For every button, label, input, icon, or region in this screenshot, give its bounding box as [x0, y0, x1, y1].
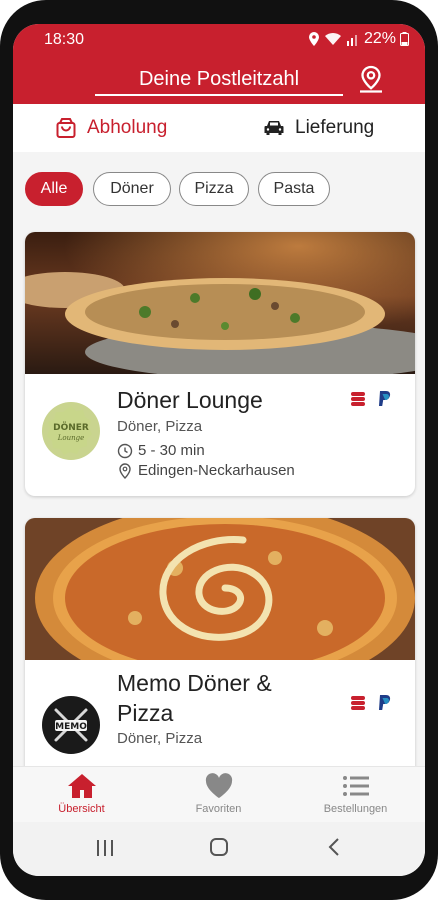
recent-apps-icon[interactable] — [95, 839, 115, 857]
filter-chip-doener[interactable]: Döner — [93, 172, 171, 206]
status-bar: 18:30 22% — [13, 24, 425, 54]
clock-icon — [117, 443, 133, 458]
paypal-icon — [379, 391, 391, 406]
signal-icon — [346, 35, 357, 46]
status-time: 18:30 — [44, 31, 85, 48]
nav-orders-label: Bestellungen — [323, 803, 388, 815]
restaurant-logo: DÖNER Lounge — [42, 402, 100, 460]
shopping-bag-icon — [56, 118, 76, 138]
system-navigation-bar — [13, 822, 425, 876]
restaurant-photo — [25, 518, 415, 660]
tab-pickup[interactable]: Abholung — [55, 104, 167, 152]
app-screen: 18:30 22% Deine Postleitzahl Abholung Li… — [13, 24, 425, 876]
nav-favorites[interactable]: Favoriten — [150, 773, 287, 815]
doener-lounge-logo: DÖNER Lounge — [47, 406, 92, 455]
svg-text:DÖNER: DÖNER — [53, 422, 89, 433]
tab-delivery[interactable]: Lieferung — [263, 104, 374, 152]
tab-delivery-label: Lieferung — [295, 117, 375, 138]
restaurant-logo: MEMO — [42, 696, 100, 754]
svg-text:MEMO: MEMO — [55, 722, 87, 732]
location-status-icon — [308, 32, 319, 46]
cash-coins-icon — [351, 696, 365, 710]
filter-chip-alle[interactable]: Alle — [25, 172, 83, 206]
car-icon — [264, 121, 284, 135]
nav-overview[interactable]: Übersicht — [13, 773, 150, 815]
restaurant-card[interactable]: DÖNER Lounge Döner Lounge Döner, Pizza 5… — [25, 232, 415, 496]
location-pin-icon — [360, 65, 382, 93]
restaurant-location: Edingen-Neckarhausen — [117, 462, 295, 479]
delivery-time: 5 - 30 min — [117, 442, 205, 459]
delivery-mode-tabs: Abholung Lieferung — [13, 104, 425, 152]
paypal-icon — [379, 695, 391, 710]
restaurant-location-value: Edingen-Neckarhausen — [138, 462, 295, 479]
back-icon[interactable] — [327, 837, 341, 857]
home-icon — [67, 774, 96, 798]
payment-methods — [349, 694, 393, 712]
category-filters: Alle Döner Pizza Pasta — [13, 172, 425, 212]
battery-percent: 22% — [363, 30, 396, 47]
wifi-icon — [324, 32, 341, 45]
home-button-icon[interactable] — [209, 837, 229, 857]
filter-chip-pizza[interactable]: Pizza — [179, 172, 249, 206]
status-icons: 22% — [308, 30, 409, 48]
filter-chip-pasta[interactable]: Pasta — [258, 172, 330, 206]
restaurant-card[interactable]: MEMO Memo Döner & Pizza Döner, Pizza — [25, 518, 415, 778]
memo-logo: MEMO — [54, 708, 88, 742]
postal-code-input[interactable]: Deine Postleitzahl — [95, 64, 343, 96]
app-header: 18:30 22% Deine Postleitzahl — [13, 24, 425, 104]
svg-text:Lounge: Lounge — [57, 434, 85, 442]
cash-coins-icon — [351, 392, 365, 406]
battery-icon — [400, 32, 409, 46]
nav-favorites-label: Favoriten — [195, 803, 242, 815]
restaurant-photo — [25, 232, 415, 374]
location-pin-button[interactable] — [356, 64, 386, 94]
restaurant-name: Memo Döner & Pizza — [117, 670, 272, 726]
delivery-time-value: 5 - 30 min — [138, 442, 205, 459]
tab-pickup-label: Abholung — [87, 117, 168, 138]
list-icon — [342, 776, 369, 796]
phone-frame: 18:30 22% Deine Postleitzahl Abholung Li… — [0, 0, 438, 900]
bottom-navigation: Übersicht Favoriten Bestellungen — [13, 766, 425, 822]
map-pin-icon — [119, 462, 131, 479]
nav-overview-label: Übersicht — [58, 803, 105, 815]
nav-orders[interactable]: Bestellungen — [287, 773, 424, 815]
heart-icon — [205, 773, 232, 798]
restaurant-name: Döner Lounge — [117, 387, 263, 413]
restaurant-categories: Döner, Pizza — [117, 730, 203, 747]
payment-methods — [349, 390, 393, 408]
restaurant-categories: Döner, Pizza — [117, 418, 203, 435]
